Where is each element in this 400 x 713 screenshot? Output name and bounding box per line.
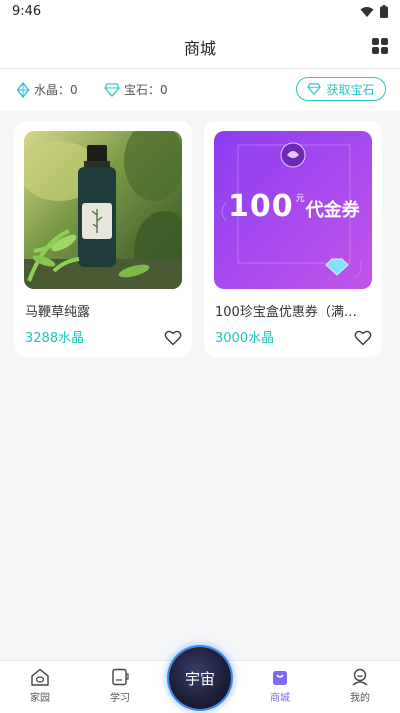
gem-icon (104, 82, 120, 97)
tab-label: 我的 (350, 693, 370, 704)
product-price: 3000水晶 (215, 331, 275, 346)
get-gems-button[interactable]: 获取宝石 (296, 77, 386, 101)
tab-home[interactable]: 家园 (10, 665, 70, 709)
universe-label: 宇宙 (184, 669, 215, 688)
product-name: 马鞭草纯露 (25, 305, 91, 320)
product-card[interactable]: 100 元 代金券 100珍宝盒优惠券（满… 3000水晶 (204, 121, 382, 357)
battery-icon (380, 5, 388, 18)
tab-label: 商城 (270, 693, 290, 704)
tab-label: 学习 (110, 693, 130, 704)
product-image-voucher[interactable]: 100 元 代金券 (214, 131, 372, 289)
shop-bag-icon (273, 671, 287, 685)
voucher-unit: 元 (295, 194, 305, 204)
gem-icon (307, 83, 322, 95)
tab-label: 家园 (30, 693, 50, 704)
voucher-label: 代金券 (305, 200, 360, 221)
get-gems-label: 获取宝石 (326, 82, 375, 97)
gem-balance-text: 宝石：0 (124, 83, 168, 97)
heart-icon[interactable] (354, 329, 372, 347)
home-icon (31, 668, 49, 686)
status-icons (360, 5, 388, 18)
gem-balance: 宝石：0 (104, 81, 168, 98)
nav-bar: 商城 (0, 24, 400, 69)
book-icon (112, 668, 129, 686)
product-name: 100珍宝盒优惠券（满… (215, 305, 357, 320)
crystal-balance: 水晶：0 (16, 81, 78, 98)
tab-study[interactable]: 学习 (90, 665, 150, 709)
status-bar: 9:46 (0, 0, 400, 24)
universe-button[interactable]: 宇宙 (169, 647, 231, 709)
voucher-amount: 100 (228, 189, 294, 224)
product-card[interactable]: 马鞭草纯露 3288水晶 (14, 121, 192, 357)
page-title: 商城 (183, 39, 216, 58)
heart-icon[interactable] (164, 329, 182, 347)
product-price: 3288水晶 (25, 331, 85, 346)
product-image-verbena[interactable] (24, 131, 182, 289)
crystal-icon (16, 81, 30, 98)
status-time: 9:46 (12, 4, 42, 19)
crystal-balance-text: 水晶：0 (34, 83, 78, 97)
voucher-text: 100 元 代金券 (228, 191, 368, 222)
tab-profile[interactable]: 我的 (330, 665, 390, 709)
wifi-icon (360, 6, 374, 17)
grid-menu-icon[interactable] (372, 38, 388, 54)
balance-bar: 水晶：0 宝石：0 获取宝石 (0, 69, 400, 111)
tab-shop[interactable]: 商城 (250, 665, 310, 709)
profile-icon (352, 668, 368, 686)
